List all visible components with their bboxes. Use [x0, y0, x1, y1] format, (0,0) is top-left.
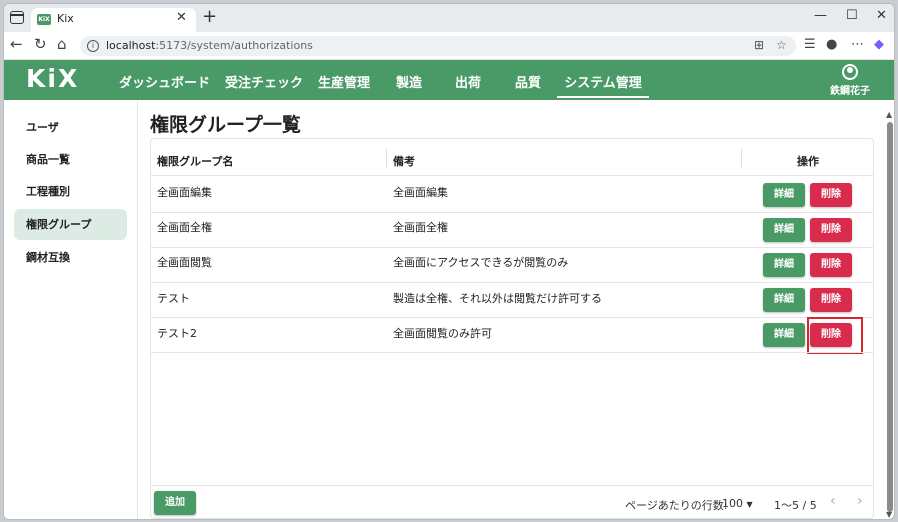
user-name: 鉄鋼花子	[830, 86, 870, 97]
delete-button[interactable]: 削除	[810, 288, 852, 312]
reload-icon[interactable]: ↻	[34, 35, 47, 53]
favorites-icon[interactable]: ☰	[804, 37, 816, 52]
detail-button[interactable]: 詳細	[763, 183, 805, 207]
more-menu-icon[interactable]: ⋯	[851, 37, 864, 52]
nav-production-management[interactable]: 生産管理	[318, 72, 370, 91]
app-available-icon[interactable]: ⊞	[754, 38, 764, 52]
new-tab-button[interactable]: +	[202, 6, 217, 27]
browser-window: KiX Kix ✕ + — ☐ ✕ ← ↻ ⌂ i localhost:5173…	[3, 3, 895, 520]
page-scrollbar[interactable]: ▲ ▼	[884, 110, 894, 519]
note-cell: 全画面編集	[393, 186, 448, 199]
url-host: localhost	[106, 39, 156, 52]
rows-per-page-value: 100	[722, 497, 743, 510]
detail-button[interactable]: 詳細	[763, 288, 805, 312]
nav-system-management[interactable]: システム管理	[557, 72, 649, 98]
tab-title: Kix	[57, 12, 74, 25]
scroll-thumb[interactable]	[887, 122, 893, 512]
sidebar-item-process-types[interactable]: 工程種別	[14, 176, 127, 207]
sidebar-item-products[interactable]: 商品一覧	[14, 144, 127, 175]
back-icon[interactable]: ←	[10, 35, 23, 53]
browser-toolbar: ← ↻ ⌂ i localhost:5173/system/authorizat…	[4, 32, 894, 60]
row-divider	[151, 282, 873, 283]
app-header: KiX ダッシュボード 受注チェック 生産管理 製造 出荷 品質 システム管理 …	[4, 60, 894, 100]
delete-button[interactable]: 削除	[810, 218, 852, 242]
close-window-button[interactable]: ✕	[876, 8, 887, 23]
detail-button[interactable]: 詳細	[763, 253, 805, 277]
nav-manufacturing[interactable]: 製造	[396, 72, 422, 91]
nav-dashboard[interactable]: ダッシュボード	[119, 72, 210, 91]
sidebar-item-steel-compatibility[interactable]: 鋼材互換	[14, 242, 127, 273]
column-separator	[386, 149, 387, 167]
group-name-cell: テスト2	[157, 327, 197, 340]
sidebar-item-authorization-groups[interactable]: 権限グループ	[14, 209, 127, 240]
group-name-cell: テスト	[157, 292, 190, 305]
browser-tab[interactable]: KiX Kix ✕	[31, 8, 196, 32]
note-cell: 全画面全権	[393, 221, 448, 234]
delete-button[interactable]: 削除	[810, 183, 852, 207]
nav-quality[interactable]: 品質	[515, 72, 541, 91]
tab-close-icon[interactable]: ✕	[176, 10, 187, 25]
favorite-star-icon[interactable]: ☆	[776, 38, 787, 52]
user-menu[interactable]: 鉄鋼花子	[821, 64, 879, 97]
scroll-up-icon[interactable]: ▲	[886, 110, 892, 119]
chevron-down-icon: ▼	[746, 500, 753, 509]
pagination-range: 1〜5 / 5	[774, 499, 817, 512]
header-divider	[151, 175, 873, 176]
detail-button[interactable]: 詳細	[763, 323, 805, 347]
home-icon[interactable]: ⌂	[57, 35, 67, 53]
note-cell: 全画面にアクセスできるが閲覧のみ	[393, 256, 569, 269]
column-header-group-name[interactable]: 権限グループ名	[157, 153, 233, 169]
user-account-icon	[842, 64, 858, 80]
sidebar: ユーザ 商品一覧 工程種別 権限グループ 鋼材互換	[4, 100, 138, 519]
add-button[interactable]: 追加	[154, 491, 196, 515]
previous-page-icon[interactable]: ‹	[830, 493, 836, 509]
note-cell: 製造は全権、それ以外は閲覧だけ許可する	[393, 292, 602, 305]
row-divider	[151, 212, 873, 213]
title-bar: KiX Kix ✕ + — ☐ ✕	[4, 4, 894, 32]
row-divider	[151, 247, 873, 248]
scroll-down-icon[interactable]: ▼	[886, 510, 892, 519]
group-name-cell: 全画面全権	[157, 221, 212, 234]
address-bar[interactable]: i localhost:5173/system/authorizations ⊞…	[80, 36, 796, 56]
group-name-cell: 全画面閲覧	[157, 256, 212, 269]
nav-shipping[interactable]: 出荷	[455, 72, 481, 91]
page-title: 権限グループ一覧	[150, 114, 301, 136]
column-header-actions: 操作	[797, 155, 819, 168]
column-separator	[741, 149, 742, 167]
copilot-icon[interactable]: ◆	[874, 37, 884, 52]
delete-button[interactable]: 削除	[810, 253, 852, 277]
nav-order-check[interactable]: 受注チェック	[225, 72, 303, 91]
kix-logo[interactable]: KiX	[26, 64, 79, 93]
kix-favicon-icon: KiX	[37, 14, 51, 25]
detail-button[interactable]: 詳細	[763, 218, 805, 242]
group-name-cell: 全画面編集	[157, 186, 212, 199]
footer-divider	[151, 485, 873, 486]
tab-actions-icon[interactable]	[10, 11, 24, 24]
site-info-icon[interactable]: i	[87, 40, 99, 52]
profile-avatar-icon[interactable]: ●	[826, 37, 837, 52]
authorization-group-table: 権限グループ名 備考 操作 全画面編集 全画面編集 詳細 削除 全画面全権 全画…	[150, 138, 874, 519]
column-header-note[interactable]: 備考	[393, 153, 415, 169]
rows-per-page-select[interactable]: 100 ▼	[722, 497, 753, 510]
url-path: :5173/system/authorizations	[155, 39, 313, 52]
highlight-box	[807, 317, 863, 354]
next-page-icon[interactable]: ›	[857, 493, 863, 509]
minimize-button[interactable]: —	[814, 8, 827, 23]
maximize-button[interactable]: ☐	[846, 8, 858, 23]
row-divider	[151, 317, 873, 318]
rows-per-page-label: ページあたりの行数:	[625, 499, 728, 512]
url-text[interactable]: localhost:5173/system/authorizations	[106, 39, 313, 52]
sidebar-item-users[interactable]: ユーザ	[14, 112, 127, 143]
row-divider	[151, 352, 873, 353]
note-cell: 全画面閲覧のみ許可	[393, 327, 492, 340]
